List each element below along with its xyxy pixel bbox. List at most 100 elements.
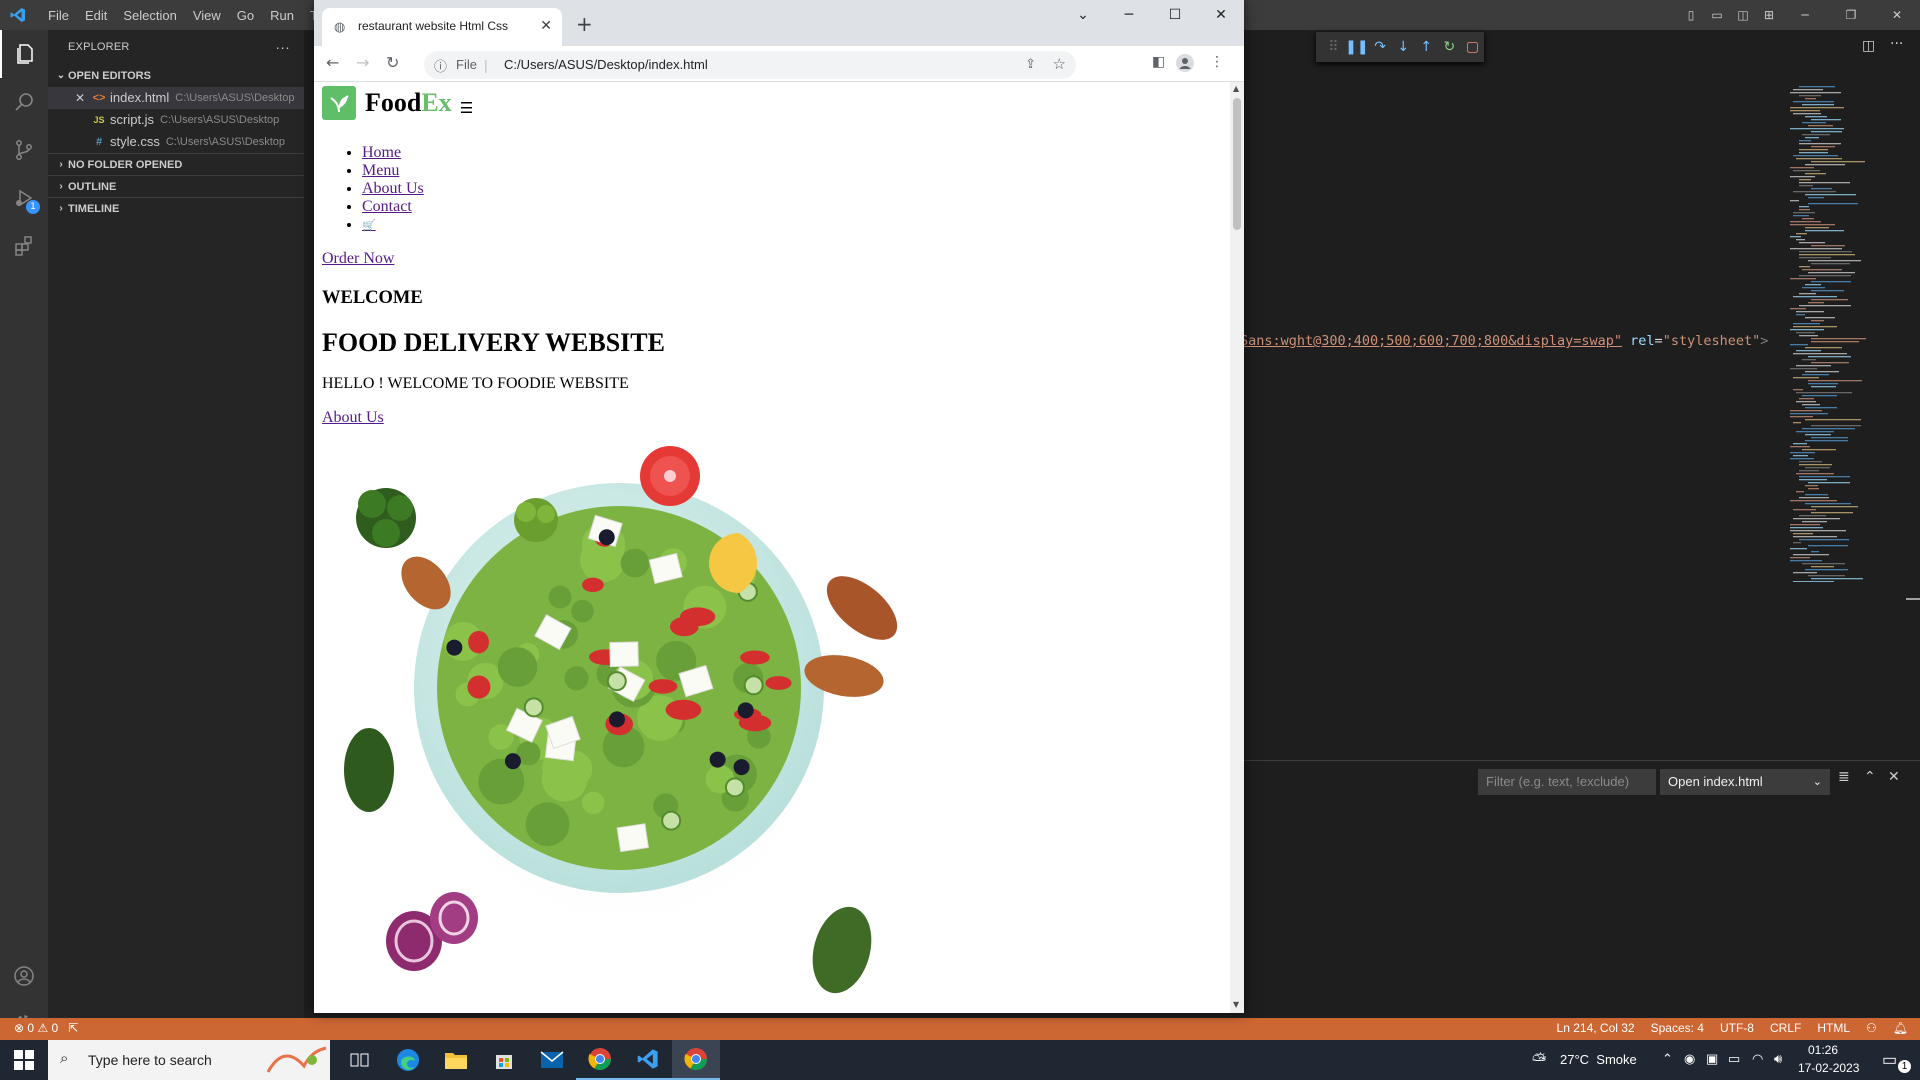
customize-layout-icon[interactable]: ⊞ — [1756, 8, 1782, 22]
pause-icon[interactable]: ❚❚ — [1345, 39, 1368, 55]
toggle-panel-icon[interactable]: ▭ — [1704, 8, 1730, 22]
menu-run[interactable]: Run — [262, 8, 302, 23]
clear-output-icon[interactable]: ≣ — [1838, 769, 1850, 785]
live-share-icon[interactable]: ⇱ — [68, 1021, 78, 1035]
restore-icon[interactable]: ❐ — [1828, 8, 1874, 22]
open-editor-item[interactable]: ✕ <> index.html C:\Users\ASUS\Desktop — [48, 87, 304, 109]
notifications-bell-icon[interactable]: 🔔︎ — [1893, 1021, 1908, 1035]
site-logo[interactable]: FoodEx ☰ — [322, 86, 473, 120]
info-icon[interactable]: ⓘ — [434, 56, 447, 75]
minimap[interactable] — [1790, 86, 1900, 582]
close-window-icon[interactable]: ✕ — [1198, 0, 1244, 30]
stop-icon[interactable]: ▢ — [1461, 39, 1484, 55]
volume-icon[interactable]: 🔊︎ — [1774, 1051, 1782, 1067]
code-line[interactable]: Sans:wght@300;400;500;600;700;800&displa… — [1240, 333, 1768, 349]
cursor-position[interactable]: Ln 214, Col 32 — [1557, 1021, 1635, 1035]
tab-search-icon[interactable]: ⌄ — [1060, 0, 1106, 30]
nav-menu-link[interactable]: Menu — [362, 162, 399, 179]
scroll-thumb[interactable] — [1233, 98, 1241, 230]
menu-view[interactable]: View — [185, 8, 229, 23]
order-now-link[interactable]: Order Now — [322, 250, 394, 268]
toggle-secondary-sidebar-icon[interactable]: ◫ — [1730, 8, 1756, 22]
about-us-link[interactable]: About Us — [322, 409, 384, 427]
close-window-icon[interactable]: ✕ — [1874, 8, 1920, 22]
clock-time[interactable]: 01:26 — [1808, 1043, 1838, 1057]
open-editor-item[interactable]: # style.css C:\Users\ASUS\Desktop — [48, 131, 304, 153]
explorer-more-icon[interactable]: ··· — [275, 30, 290, 65]
run-debug-icon[interactable]: 1 — [0, 174, 48, 222]
vscode-taskbar-icon[interactable] — [624, 1040, 672, 1080]
indentation[interactable]: Spaces: 4 — [1651, 1021, 1704, 1035]
close-tab-icon[interactable]: ✕ — [540, 17, 552, 34]
wifi-icon[interactable]: ◠ — [1752, 1051, 1763, 1067]
chrome-taskbar-icon[interactable] — [576, 1040, 624, 1080]
step-out-icon[interactable]: ↑ — [1415, 39, 1438, 55]
step-over-icon[interactable]: ↷ — [1369, 39, 1392, 55]
drag-handle-icon[interactable]: ⠿ — [1322, 39, 1345, 55]
reload-icon[interactable]: ↻ — [386, 53, 399, 72]
share-icon[interactable]: ⇪ — [1025, 56, 1036, 72]
browser-tab[interactable]: ◍ restaurant website Html Css ✕ — [322, 8, 562, 46]
more-actions-icon[interactable]: ··· — [1890, 36, 1903, 52]
clock-date[interactable]: 17-02-2023 — [1798, 1061, 1859, 1075]
line-ending[interactable]: CRLF — [1770, 1021, 1801, 1035]
output-channel-select[interactable]: Open index.html ⌄ — [1660, 769, 1830, 795]
scroll-down-icon[interactable]: ▼ — [1233, 1000, 1239, 1009]
language-mode[interactable]: HTML — [1817, 1021, 1850, 1035]
outline-section[interactable]: › OUTLINE — [48, 175, 304, 197]
maximize-panel-icon[interactable]: ⌃ — [1864, 769, 1876, 785]
extensions-icon[interactable] — [0, 222, 48, 270]
nav-home-link[interactable]: Home — [362, 144, 401, 161]
bookmark-star-icon[interactable]: ☆ — [1053, 55, 1066, 73]
chrome-menu-icon[interactable]: ⋮ — [1210, 54, 1224, 70]
tray-app-icon[interactable]: ◉ — [1684, 1051, 1695, 1067]
back-arrow-icon[interactable]: ← — [326, 53, 339, 72]
nav-contact-link[interactable]: Contact — [362, 198, 412, 215]
windows-start-icon[interactable] — [14, 1050, 34, 1074]
close-panel-icon[interactable]: ✕ — [1888, 769, 1900, 785]
microsoft-store-icon[interactable] — [480, 1040, 528, 1080]
open-editor-item[interactable]: JS script.js C:\Users\ASUS\Desktop — [48, 109, 304, 131]
split-editor-icon[interactable]: ◫ — [1862, 38, 1875, 54]
source-control-icon[interactable] — [0, 126, 48, 174]
weather-text[interactable]: 27°C Smoke — [1560, 1052, 1637, 1067]
menu-edit[interactable]: Edit — [77, 8, 115, 23]
notification-center-icon[interactable]: ▭ — [1882, 1050, 1897, 1070]
search-icon[interactable] — [0, 78, 48, 126]
scroll-up-icon[interactable]: ▲ — [1233, 84, 1239, 93]
open-editors-section[interactable]: ⌄ OPEN EDITORS — [48, 65, 304, 87]
hamburger-menu-icon[interactable]: ☰ — [460, 99, 473, 118]
minimize-icon[interactable]: ─ — [1106, 0, 1152, 30]
menu-file[interactable]: File — [40, 8, 77, 23]
toggle-sidebar-icon[interactable]: ▯ — [1678, 8, 1704, 22]
file-explorer-icon[interactable] — [432, 1040, 480, 1080]
encoding[interactable]: UTF-8 — [1720, 1021, 1754, 1035]
nav-about-link[interactable]: About Us — [362, 180, 424, 197]
new-tab-button[interactable]: + — [576, 12, 593, 36]
minimize-icon[interactable]: ─ — [1782, 8, 1828, 22]
panel-filter-input[interactable]: Filter (e.g. text, !exclude) — [1478, 769, 1656, 795]
chrome-active-window-icon[interactable] — [672, 1040, 720, 1080]
forward-arrow-icon[interactable]: → — [356, 53, 369, 72]
close-editor-icon[interactable]: ✕ — [70, 87, 90, 109]
menu-selection[interactable]: Selection — [115, 8, 184, 23]
show-hidden-icons-icon[interactable]: ⌃ — [1662, 1051, 1673, 1067]
task-view-icon[interactable] — [336, 1040, 384, 1080]
screen-icon[interactable]: ▣ — [1706, 1051, 1718, 1067]
restart-icon[interactable]: ↻ — [1438, 39, 1461, 55]
cart-icon[interactable]: 🛒 — [362, 220, 376, 232]
menu-go[interactable]: Go — [229, 8, 262, 23]
step-into-icon[interactable]: ↓ — [1392, 39, 1415, 55]
timeline-section[interactable]: › TIMELINE — [48, 197, 304, 219]
profile-avatar-icon[interactable] — [1176, 54, 1194, 76]
no-folder-section[interactable]: › NO FOLDER OPENED — [48, 153, 304, 175]
edge-browser-icon[interactable] — [384, 1040, 432, 1080]
page-scrollbar[interactable]: ▲ ▼ — [1230, 82, 1244, 1013]
address-bar[interactable]: ⓘ File | C:/Users/ASUS/Desktop/index.htm… — [424, 51, 1076, 79]
feedback-icon[interactable]: ⚇ — [1866, 1021, 1877, 1035]
battery-icon[interactable]: ▭ — [1728, 1051, 1740, 1067]
account-icon[interactable] — [0, 952, 48, 1000]
problems-indicator[interactable]: ⊗ 0 ⚠ 0 — [14, 1021, 58, 1035]
maximize-icon[interactable]: ☐ — [1152, 0, 1198, 30]
side-panel-icon[interactable]: ◧ — [1152, 54, 1165, 70]
